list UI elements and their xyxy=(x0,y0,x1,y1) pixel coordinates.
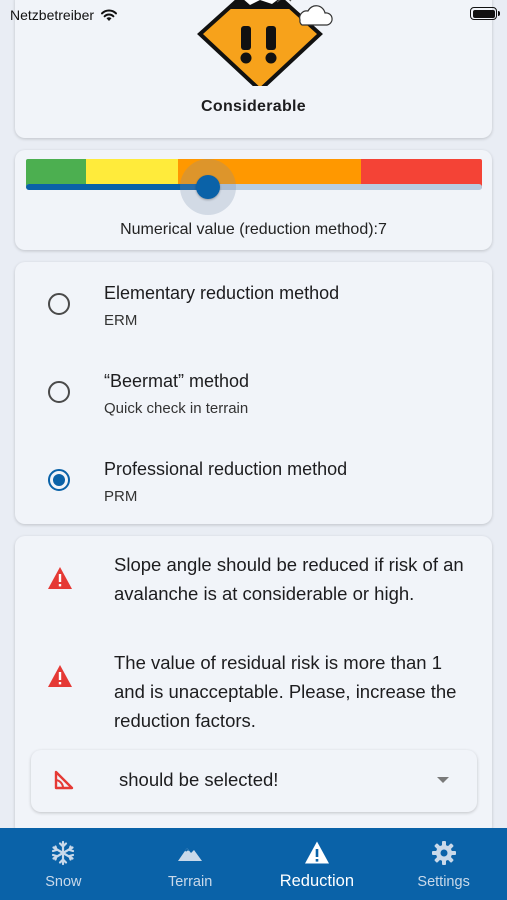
method-option-beermat[interactable]: “Beermat” method Quick check in terrain xyxy=(15,350,492,430)
warning-icon xyxy=(304,841,329,864)
reduction-method-card: Elementary reduction method ERM “Beermat… xyxy=(15,262,492,524)
battery-icon xyxy=(470,7,500,20)
gear-icon xyxy=(431,841,456,865)
method-title: “Beermat” method xyxy=(104,371,250,391)
nav-label: Snow xyxy=(45,874,82,890)
warning-icon xyxy=(48,665,72,687)
nav-label: Settings xyxy=(417,874,470,890)
carrier-name: Netzbetreiber xyxy=(10,7,95,23)
nav-item-terrain[interactable]: Terrain xyxy=(127,828,254,900)
dropdown-value: should be selected! xyxy=(119,769,279,790)
method-subtitle: PRM xyxy=(104,488,138,505)
danger-level-label: Considerable xyxy=(201,98,306,115)
slope-angle-icon xyxy=(54,770,74,790)
nav-label: Reduction xyxy=(279,872,355,890)
warning-text: Slope angle should be reduced if risk of… xyxy=(114,554,464,604)
method-option-erm[interactable]: Elementary reduction method ERM xyxy=(15,262,492,342)
method-subtitle: Quick check in terrain xyxy=(104,400,249,417)
reduction-value-card: Numerical value (reduction method):7 xyxy=(15,150,492,250)
slider-thumb[interactable] xyxy=(196,175,221,199)
nav-item-settings[interactable]: Settings xyxy=(380,828,507,900)
bottom-navigation: Snow Terrain Reduction Settings xyxy=(0,828,507,900)
method-title: Elementary reduction method xyxy=(104,283,340,303)
warning-text: The value of residual risk is more than … xyxy=(114,652,457,731)
chevron-down-icon xyxy=(437,777,449,783)
mountain-icon xyxy=(178,848,203,861)
method-subtitle: ERM xyxy=(104,312,138,329)
method-option-prm[interactable]: Professional reduction method PRM xyxy=(15,438,492,518)
radio-button[interactable] xyxy=(48,293,70,315)
nav-item-snow[interactable]: Snow xyxy=(0,828,127,900)
method-title: Professional reduction method xyxy=(104,459,348,479)
warning-icon xyxy=(48,567,72,589)
warnings-card: Slope angle should be reduced if risk of… xyxy=(15,536,492,836)
numerical-value-label: Numerical value (reduction method):7 xyxy=(120,221,387,238)
radio-button[interactable] xyxy=(48,381,70,403)
radio-button[interactable] xyxy=(48,469,70,491)
wifi-icon xyxy=(101,9,118,21)
nav-item-reduction[interactable]: Reduction xyxy=(254,828,381,900)
nav-label: Terrain xyxy=(167,874,213,890)
snowflake-icon xyxy=(52,840,75,866)
status-bar: Netzbetreiber xyxy=(0,0,507,30)
slope-angle-dropdown[interactable]: should be selected! xyxy=(31,750,477,812)
